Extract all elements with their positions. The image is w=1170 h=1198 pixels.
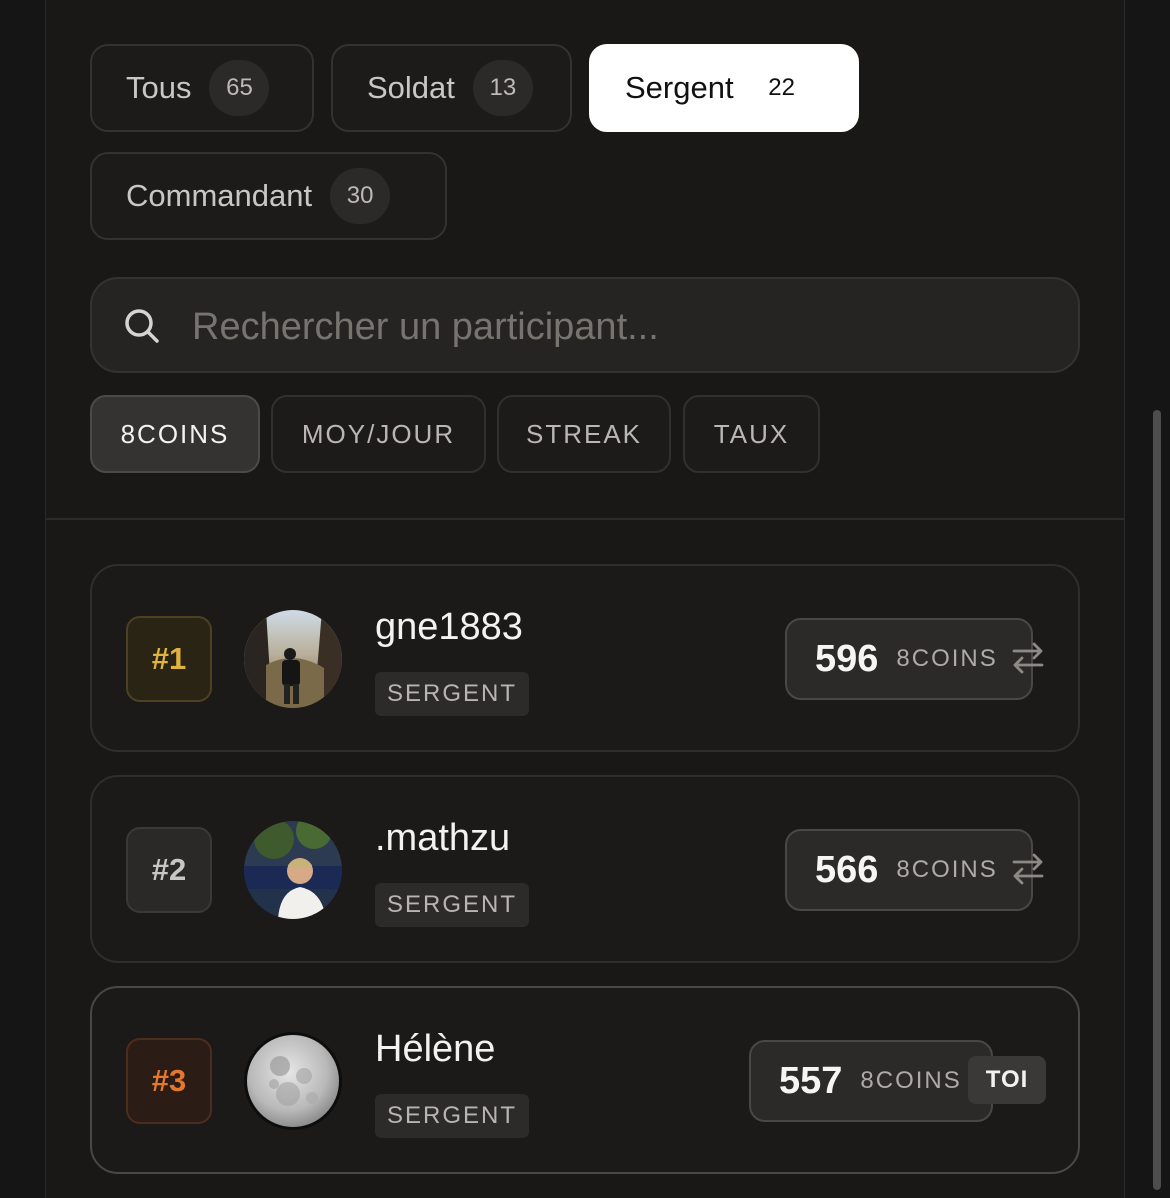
filters-section: Tous 65 Soldat 13 Sergent 22 Commandant …	[46, 0, 1124, 520]
sort-tab-moy-jour[interactable]: MOY/JOUR	[271, 395, 486, 473]
score-value: 557	[779, 1059, 843, 1102]
chip-label: Tous	[126, 70, 192, 105]
leaderboard-panel: Tous 65 Soldat 13 Sergent 22 Commandant …	[45, 0, 1125, 1198]
sort-tab-streak[interactable]: STREAK	[497, 395, 671, 473]
chip-label: Commandant	[126, 178, 313, 213]
search-icon	[125, 309, 159, 343]
grade-badge: SERGENT	[375, 883, 529, 927]
avatar	[244, 1032, 342, 1130]
category-chip-commandant[interactable]: Commandant 30	[90, 152, 447, 240]
category-chip-soldat[interactable]: Soldat 13	[331, 44, 572, 132]
score-pill: 566 8COINS	[785, 829, 1033, 911]
sort-tab-taux[interactable]: TAUX	[683, 395, 820, 473]
chip-count: 65	[209, 60, 270, 116]
avatar	[244, 821, 342, 919]
search-input[interactable]	[190, 297, 1054, 357]
chip-count: 30	[330, 168, 391, 224]
score-unit: 8COINS	[860, 1067, 962, 1094]
username: gne1883	[375, 606, 523, 648]
avatar	[244, 610, 342, 708]
ranking-row[interactable]: #2 .mathzu SERGENT 566 8COINS	[90, 775, 1080, 963]
scrollbar[interactable]	[1153, 410, 1161, 1190]
score-pill: 557 8COINS	[749, 1040, 993, 1122]
score-unit: 8COINS	[896, 856, 998, 883]
category-chip-tous[interactable]: Tous 65	[90, 44, 314, 132]
score-pill: 596 8COINS	[785, 618, 1033, 700]
chip-label: Sergent	[625, 70, 734, 105]
grade-badge: SERGENT	[375, 1094, 529, 1138]
current-user-badge: TOI	[968, 1056, 1046, 1104]
avatar-photo	[244, 610, 342, 708]
rank-badge: #2	[126, 827, 212, 913]
category-chip-sergent[interactable]: Sergent 22	[589, 44, 859, 132]
score-value: 566	[815, 848, 879, 891]
search-bar	[90, 277, 1080, 373]
score-value: 596	[815, 637, 879, 680]
avatar-photo	[244, 821, 342, 919]
username: Hélène	[375, 1028, 496, 1070]
rank-badge: #1	[126, 616, 212, 702]
chip-count: 13	[472, 60, 533, 116]
grade-badge: SERGENT	[375, 672, 529, 716]
ranking-row-current-user[interactable]: #3 Hélène SERGENT 557 8COINS TOI	[90, 986, 1080, 1174]
chip-label: Soldat	[367, 70, 455, 105]
chip-count: 22	[768, 74, 795, 101]
avatar-photo	[244, 1032, 342, 1130]
swap-arrows-icon[interactable]	[1010, 640, 1046, 676]
swap-arrows-icon[interactable]	[1010, 851, 1046, 887]
rank-badge: #3	[126, 1038, 212, 1124]
username: .mathzu	[375, 817, 511, 859]
score-unit: 8COINS	[896, 645, 998, 672]
sort-tab-8coins[interactable]: 8COINS	[90, 395, 260, 473]
ranking-row[interactable]: #1 gne1883 SERGENT 596 8COINS	[90, 564, 1080, 752]
